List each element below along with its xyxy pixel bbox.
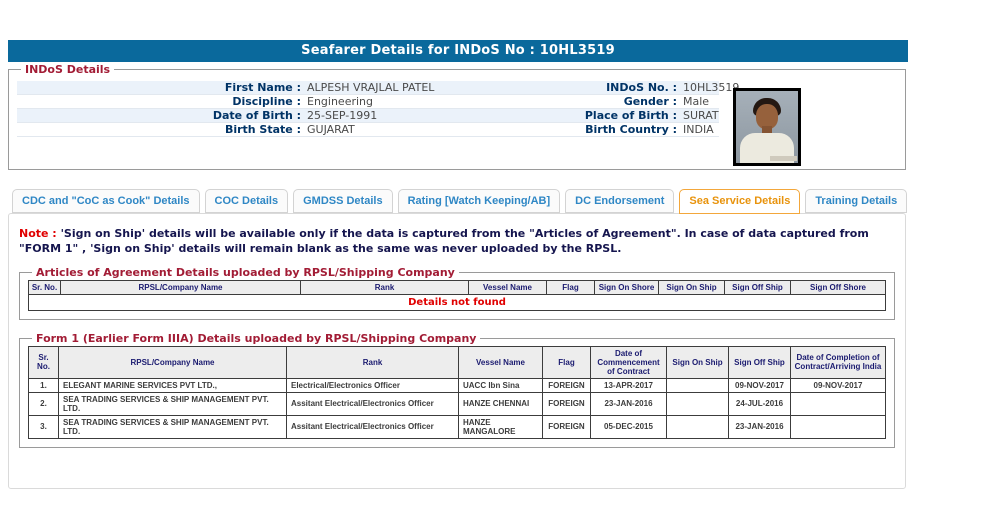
discipline-label: Discipline :	[232, 95, 301, 108]
photo-caption-strip	[770, 156, 797, 161]
birth-state-value: GUJARAT	[307, 123, 355, 136]
sea-service-panel: Note : 'Sign on Ship' details will be av…	[8, 213, 906, 489]
first-name-value: ALPESH VRAJLAL PATEL	[307, 81, 435, 94]
discipline-value: Engineering	[307, 95, 373, 108]
cell-company: SEA TRADING SERVICES & SHIP MANAGEMENT P…	[58, 414, 287, 439]
cell-sign-off-ship: 23-JAN-2016	[728, 414, 791, 439]
col-flag: Flag	[542, 345, 591, 379]
col-rank: Rank	[286, 345, 459, 379]
cell-company: SEA TRADING SERVICES & SHIP MANAGEMENT P…	[58, 391, 287, 416]
articles-legend: Articles of Agreement Details uploaded b…	[36, 265, 455, 279]
indos-details-legend: INDoS Details	[25, 63, 111, 76]
tab-gmdss-details[interactable]: GMDSS Details	[293, 189, 393, 213]
col-sign-off-ship: Sign Off Ship	[724, 279, 791, 295]
articles-header-row: Sr. No. RPSL/Company Name Rank Vessel Na…	[28, 279, 886, 295]
seafarer-details-page: Seafarer Details for INDoS No : 10HL3519…	[0, 0, 992, 515]
indos-details-grid: First Name : ALPESH VRAJLAL PATEL INDoS …	[17, 81, 739, 137]
tab-training-details[interactable]: Training Details	[805, 189, 908, 213]
indos-row-discipline: Discipline : Engineering Gender : Male	[17, 95, 719, 109]
date-of-birth-label: Date of Birth :	[212, 109, 301, 122]
cell-rank: Assitant Electrical/Electronics Officer	[286, 414, 459, 439]
cell-date-completion: 09-NOV-2017	[790, 377, 886, 393]
cell-sign-off-ship: 09-NOV-2017	[728, 377, 791, 393]
birth-country-label: Birth Country :	[585, 123, 677, 136]
cell-sign-off-ship: 24-JUL-2016	[728, 391, 791, 416]
tab-coc-details[interactable]: COC Details	[204, 189, 289, 213]
table-row: 1. ELEGANT MARINE SERVICES PVT LTD., Ele…	[28, 377, 886, 393]
cell-date-commencement: 05-DEC-2015	[590, 414, 667, 439]
tab-sea-service-details[interactable]: Sea Service Details	[679, 189, 801, 214]
form1-section: Form 1 (Earlier Form IIIA) Details uploa…	[19, 331, 895, 448]
cell-sr-no: 2.	[28, 391, 59, 416]
form1-legend: Form 1 (Earlier Form IIIA) Details uploa…	[36, 331, 477, 345]
table-row: 3. SEA TRADING SERVICES & SHIP MANAGEMEN…	[28, 414, 886, 439]
cell-sign-on-ship	[666, 391, 729, 416]
cell-flag: FOREIGN	[542, 377, 591, 393]
col-sr-no: Sr. No.	[28, 345, 59, 379]
tab-rating-watch-keeping-ab[interactable]: Rating [Watch Keeping/AB]	[397, 189, 561, 213]
indos-no-value: 10HL3519	[683, 81, 740, 94]
cell-date-commencement: 13-APR-2017	[590, 377, 667, 393]
tab-strip: CDC and "CoC as Cook" Details COC Detail…	[12, 189, 908, 214]
cell-flag: FOREIGN	[542, 391, 591, 416]
tab-cdc-coc-cook-details[interactable]: CDC and "CoC as Cook" Details	[12, 189, 200, 213]
cell-sr-no: 1.	[28, 377, 59, 393]
indos-details-section: INDoS Details First Name : ALPESH VRAJLA…	[8, 63, 906, 170]
col-date-commencement: Date of Commencement of Contract	[590, 345, 667, 379]
cell-vessel: HANZE MANGALORE	[458, 414, 543, 439]
birth-state-label: Birth State :	[224, 123, 301, 136]
cell-sign-on-ship	[666, 377, 729, 393]
place-of-birth-label: Place of Birth :	[584, 109, 677, 122]
note-body: 'Sign on Ship' details will be available…	[19, 227, 869, 255]
cell-date-commencement: 23-JAN-2016	[590, 391, 667, 416]
cell-sign-on-ship	[666, 414, 729, 439]
first-name-label: First Name :	[224, 81, 301, 94]
seafarer-photo	[733, 88, 801, 166]
date-of-birth-value: 25-SEP-1991	[307, 109, 378, 122]
cell-vessel: UACC Ibn Sina	[458, 377, 543, 393]
col-sr-no: Sr. No.	[28, 279, 61, 295]
cell-flag: FOREIGN	[542, 414, 591, 439]
col-sign-off-shore: Sign Off Shore	[790, 279, 886, 295]
cell-company: ELEGANT MARINE SERVICES PVT LTD.,	[58, 377, 287, 393]
place-of-birth-value: SURAT	[683, 109, 719, 122]
cell-rank: Electrical/Electronics Officer	[286, 377, 459, 393]
note-text: Note : 'Sign on Ship' details will be av…	[19, 227, 895, 257]
articles-empty-row: Details not found	[28, 293, 886, 311]
form1-header-row: Sr. No. RPSL/Company Name Rank Vessel Na…	[28, 345, 886, 379]
col-date-completion: Date of Completion of Contract/Arriving …	[790, 345, 886, 379]
birth-country-value: INDIA	[683, 123, 714, 136]
indos-no-label: INDoS No. :	[606, 81, 677, 94]
cell-date-completion	[790, 414, 886, 439]
cell-vessel: HANZE CHENNAI	[458, 391, 543, 416]
col-vessel-name: Vessel Name	[458, 345, 543, 379]
gender-label: Gender :	[623, 95, 677, 108]
col-flag: Flag	[546, 279, 595, 295]
form1-table: Sr. No. RPSL/Company Name Rank Vessel Na…	[28, 345, 886, 439]
indos-row-name: First Name : ALPESH VRAJLAL PATEL INDoS …	[17, 81, 739, 95]
col-rank: Rank	[300, 279, 469, 295]
cell-date-completion	[790, 391, 886, 416]
col-rpsl-company: RPSL/Company Name	[58, 345, 287, 379]
col-rpsl-company: RPSL/Company Name	[60, 279, 301, 295]
articles-of-agreement-section: Articles of Agreement Details uploaded b…	[19, 265, 895, 320]
col-sign-on-ship: Sign On Ship	[658, 279, 725, 295]
articles-table: Sr. No. RPSL/Company Name Rank Vessel Na…	[28, 279, 886, 311]
col-sign-on-shore: Sign On Shore	[594, 279, 659, 295]
cell-rank: Assitant Electrical/Electronics Officer	[286, 391, 459, 416]
note-prefix: Note :	[19, 227, 57, 240]
col-vessel-name: Vessel Name	[468, 279, 547, 295]
page-title: Seafarer Details for INDoS No : 10HL3519	[8, 40, 908, 62]
tab-dc-endorsement[interactable]: DC Endorsement	[565, 189, 675, 213]
col-sign-on-ship: Sign On Ship	[666, 345, 729, 379]
table-row: 2. SEA TRADING SERVICES & SHIP MANAGEMEN…	[28, 391, 886, 416]
col-sign-off-ship: Sign Off Ship	[728, 345, 791, 379]
indos-row-birth-date: Date of Birth : 25-SEP-1991 Place of Bir…	[17, 109, 719, 123]
cell-sr-no: 3.	[28, 414, 59, 439]
details-not-found-message: Details not found	[28, 293, 886, 311]
gender-value: Male	[683, 95, 710, 108]
indos-row-birth-state: Birth State : GUJARAT Birth Country : IN…	[17, 123, 719, 137]
